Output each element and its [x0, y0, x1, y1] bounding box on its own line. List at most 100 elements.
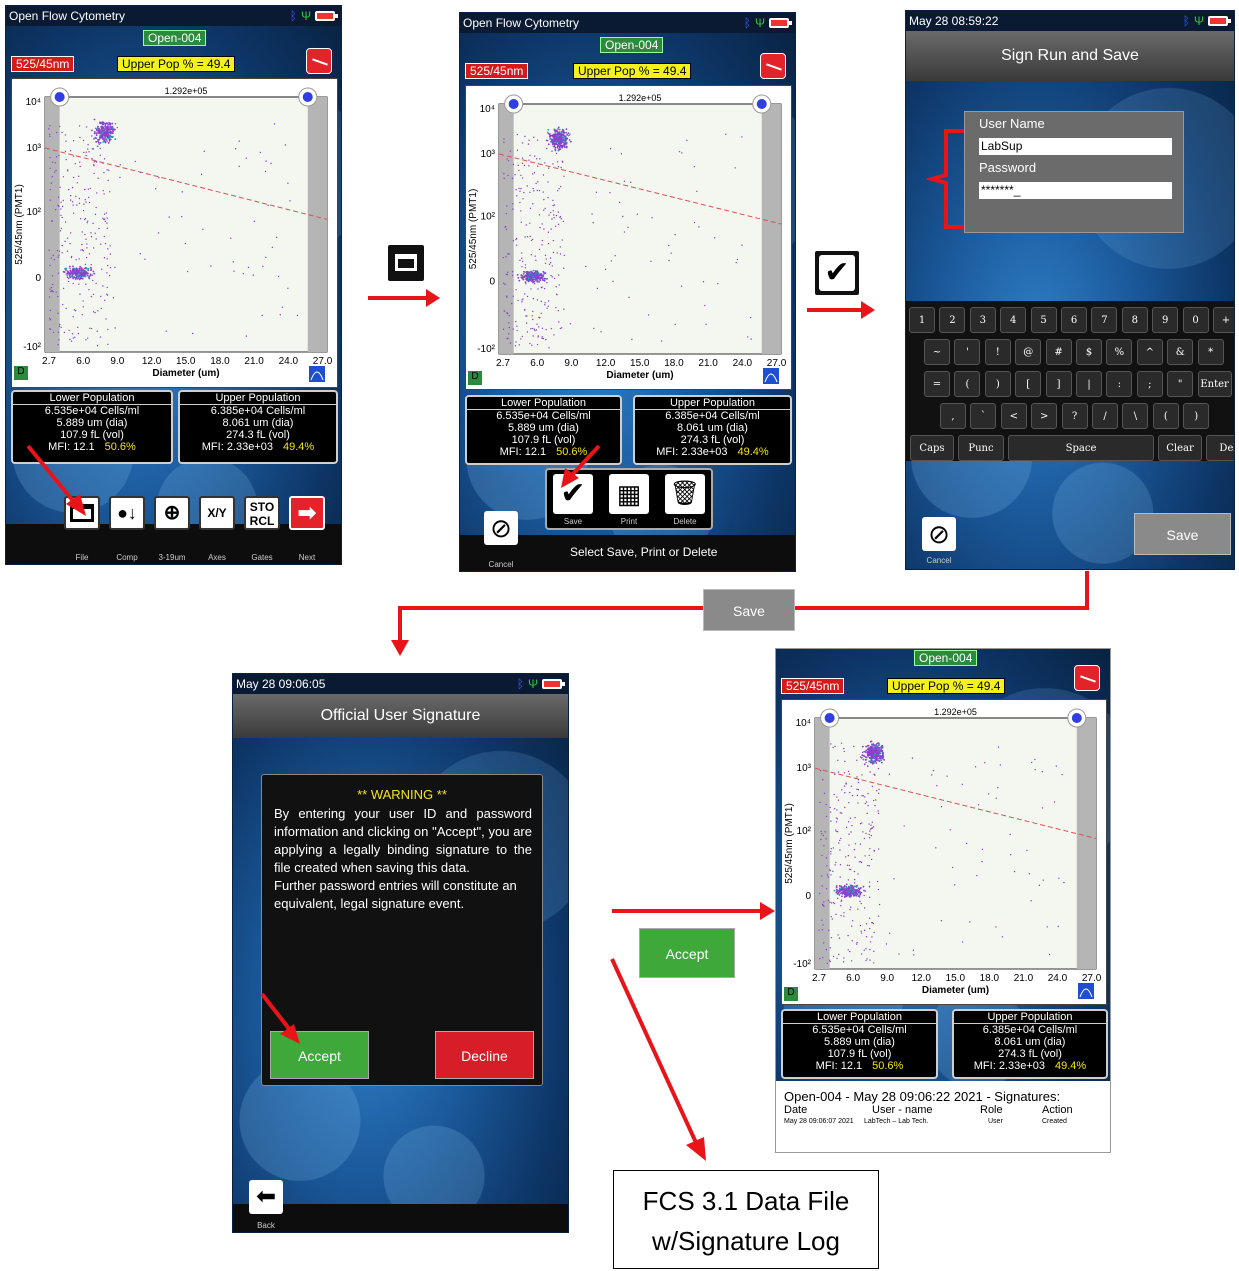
keyboard-key[interactable]: " — [1167, 371, 1194, 397]
scatter-plot-2[interactable]: 1.292e+05 10⁴ 10³ 10² 0 -10² 2.7 6.0 9.0 12.0 15.0… — [465, 85, 792, 390]
save-button[interactable]: Save — [1134, 513, 1231, 555]
keyboard-key[interactable]: @ — [1015, 339, 1042, 365]
keyboard-key[interactable]: ` — [970, 403, 997, 429]
scatter-point — [106, 217, 108, 219]
gate-tool-button-2[interactable] — [760, 53, 786, 79]
scatter-point — [825, 949, 828, 951]
scatter-point — [66, 250, 69, 252]
keyboard-key[interactable]: ; — [1136, 371, 1163, 397]
keyboard-key[interactable]: ( — [1152, 403, 1179, 429]
keyboard-key[interactable]: , — [940, 403, 966, 429]
channel-tag-5[interactable]: 525/45nm — [781, 678, 845, 694]
scatter-point — [631, 338, 633, 341]
scatter-point — [109, 266, 112, 269]
keyboard-key[interactable]: % — [1106, 339, 1133, 365]
comp-button[interactable]: ●↓ — [109, 496, 145, 530]
arrow-right-icon: ➡ — [297, 500, 317, 525]
scatter-point — [562, 220, 565, 223]
key-del[interactable]: Del — [1206, 435, 1234, 461]
scatter-point — [562, 267, 565, 270]
scatter-point — [543, 198, 545, 201]
keyboard-key[interactable]: ' — [954, 339, 981, 365]
channel-tag[interactable]: 525/45nm — [11, 56, 75, 72]
cancel-button[interactable]: ⊘ — [484, 511, 518, 545]
keyboard-key[interactable]: ! — [984, 339, 1011, 365]
scatter-plot[interactable]: 1.292e+05 10⁴ 10³ 10² 0 -10² 2.7 6.0 9.0 12.0 15.0… — [11, 78, 338, 388]
keyboard-key[interactable]: : — [1106, 371, 1133, 397]
scatter-point — [557, 126, 560, 129]
scatter-point — [76, 182, 79, 184]
scatter-point — [92, 311, 95, 313]
scatter-point — [108, 121, 110, 124]
keyboard-key[interactable]: ( — [954, 371, 981, 397]
gate-tool-button-5[interactable] — [1074, 665, 1100, 691]
scatter-point — [61, 216, 63, 219]
keyboard-key[interactable]: ] — [1045, 371, 1072, 397]
scatter-plot-svg: 1.292e+05 10⁴ 10³ 10² 0 -10²2.7 6.0 9.0 12.0 15.0… — [468, 93, 787, 384]
keyboard-key[interactable]: 8 — [1121, 307, 1148, 333]
cancel-button-3[interactable]: ⊘ — [922, 517, 956, 551]
scatter-point — [851, 940, 853, 942]
keyboard-key[interactable]: 1 — [909, 307, 935, 333]
scatter-point — [538, 281, 540, 283]
keyboard-key[interactable]: \ — [1122, 403, 1149, 429]
axes-button[interactable]: X/Y — [199, 496, 235, 530]
decline-button[interactable]: Decline — [435, 1031, 534, 1079]
keyboard-key[interactable]: 2 — [939, 307, 966, 333]
zoom-button[interactable]: ⊕ — [154, 496, 190, 530]
keyboard-key[interactable]: * — [1197, 339, 1224, 365]
keyboard-key[interactable]: [ — [1015, 371, 1042, 397]
log-header-role: Role — [980, 1104, 1003, 1116]
scatter-point — [245, 335, 248, 337]
gates-button[interactable]: STO RCL — [244, 496, 280, 530]
scatter-point — [885, 943, 888, 945]
keyboard-key[interactable]: 7 — [1091, 307, 1118, 333]
keyboard-key[interactable]: $ — [1076, 339, 1102, 365]
keyboard-key[interactable]: 4 — [1000, 307, 1027, 333]
keyboard-key[interactable]: # — [1045, 339, 1072, 365]
key-clear[interactable]: Clear — [1158, 435, 1202, 461]
keyboard-key[interactable]: 0 — [1182, 307, 1209, 333]
keyboard-key[interactable]: 6 — [1061, 307, 1087, 333]
print-action-button[interactable]: ▦ — [609, 474, 649, 514]
password-input[interactable]: *******_ — [979, 182, 1172, 199]
keyboard-key[interactable]: 3 — [969, 307, 996, 333]
scatter-point — [512, 163, 515, 166]
keyboard-key[interactable]: + — [1213, 307, 1234, 333]
keyboard-key[interactable]: Enter — [1197, 371, 1232, 397]
back-button[interactable]: ⬅ — [249, 1180, 283, 1214]
keyboard-key[interactable]: ) — [1183, 403, 1210, 429]
scatter-point — [89, 187, 92, 190]
x-tick-label: 12.0 — [911, 973, 931, 984]
keyboard-key[interactable]: ) — [984, 371, 1011, 397]
keyboard-key[interactable]: = — [924, 371, 950, 397]
scatter-point — [550, 327, 553, 330]
gate-tool-button[interactable] — [306, 48, 332, 74]
scatter-point — [51, 220, 53, 222]
keyboard-key[interactable]: & — [1167, 339, 1194, 365]
scatter-plot-5[interactable]: 1.292e+05 10⁴ 10³ 10² 0 -10² 2.7 6.0 9.0 12.0 15.0… — [781, 699, 1107, 1005]
key-space[interactable]: Space — [1008, 435, 1154, 461]
keyboard-key[interactable]: ^ — [1136, 339, 1163, 365]
delete-action-button[interactable]: 🗑 — [665, 474, 705, 514]
scatter-point — [873, 756, 875, 758]
on-screen-keyboard: 1 2 3 4 5 6 7 8 9 0 + ~ '! @ # $% ^ & * =()[] |:; " Enter, ` < >?… — [906, 301, 1234, 461]
key-punc[interactable]: Punc — [958, 435, 1004, 461]
keyboard-key[interactable]: < — [1000, 403, 1027, 429]
scatter-point — [833, 902, 836, 905]
key-caps[interactable]: Caps — [910, 435, 954, 461]
user-name-input[interactable]: LabSup — [979, 138, 1172, 155]
keyboard-key[interactable]: / — [1092, 403, 1118, 429]
keyboard-key[interactable]: ~ — [924, 339, 950, 365]
keyboard-key[interactable]: 9 — [1152, 307, 1179, 333]
scatter-point — [259, 151, 262, 154]
keyboard-key[interactable]: 5 — [1030, 307, 1057, 333]
keyboard-key[interactable]: ? — [1061, 403, 1088, 429]
keyboard-key[interactable]: > — [1031, 403, 1058, 429]
keyboard-key[interactable]: | — [1076, 371, 1102, 397]
next-button[interactable]: ➡ — [289, 496, 325, 530]
scatter-point — [847, 854, 850, 857]
scatter-point — [517, 299, 519, 302]
channel-tag-2[interactable]: 525/45nm — [465, 63, 529, 79]
scatter-point — [888, 773, 891, 775]
